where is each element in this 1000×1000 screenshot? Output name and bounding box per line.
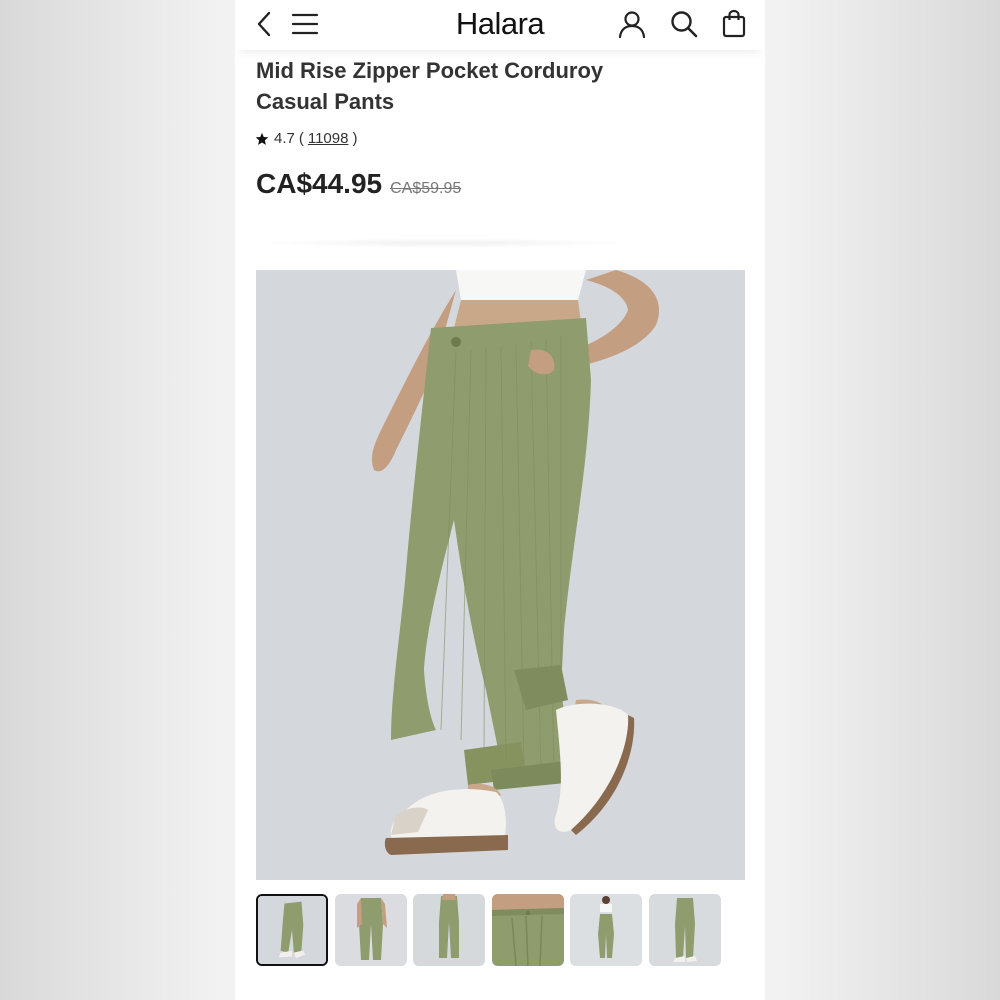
main-product-image[interactable]: [256, 270, 745, 880]
star-icon: [255, 132, 269, 146]
shopping-bag-icon[interactable]: [718, 8, 750, 40]
thumbnail-strip: [256, 894, 727, 966]
product-page: Halara Mid Rise Zipper Pocket Corduroy C…: [235, 0, 765, 1000]
sale-price: CA$44.95: [256, 168, 383, 199]
thumbnail-2[interactable]: [334, 894, 407, 966]
top-navigation-bar: Halara: [235, 0, 765, 50]
rating-summary: 4.7 ( 11098 ): [255, 130, 357, 147]
thumbnail-3[interactable]: [413, 894, 485, 966]
thumbnail-5[interactable]: [570, 894, 642, 966]
divider: [255, 238, 635, 248]
thumbnail-1[interactable]: [256, 894, 328, 966]
review-paren-open: (: [298, 130, 304, 147]
search-icon[interactable]: [668, 8, 700, 40]
user-account-icon[interactable]: [616, 8, 648, 40]
price-row: CA$44.95 CA$59.95: [256, 168, 461, 200]
review-paren-close: ): [352, 130, 358, 147]
review-count-link[interactable]: 11098: [308, 130, 349, 147]
thumbnail-4[interactable]: [491, 894, 564, 966]
product-title: Mid Rise Zipper Pocket Corduroy Casual P…: [256, 58, 604, 114]
rating-value: 4.7: [274, 130, 295, 147]
thumbnail-6[interactable]: [648, 894, 721, 966]
original-price: CA$59.95: [390, 180, 462, 197]
